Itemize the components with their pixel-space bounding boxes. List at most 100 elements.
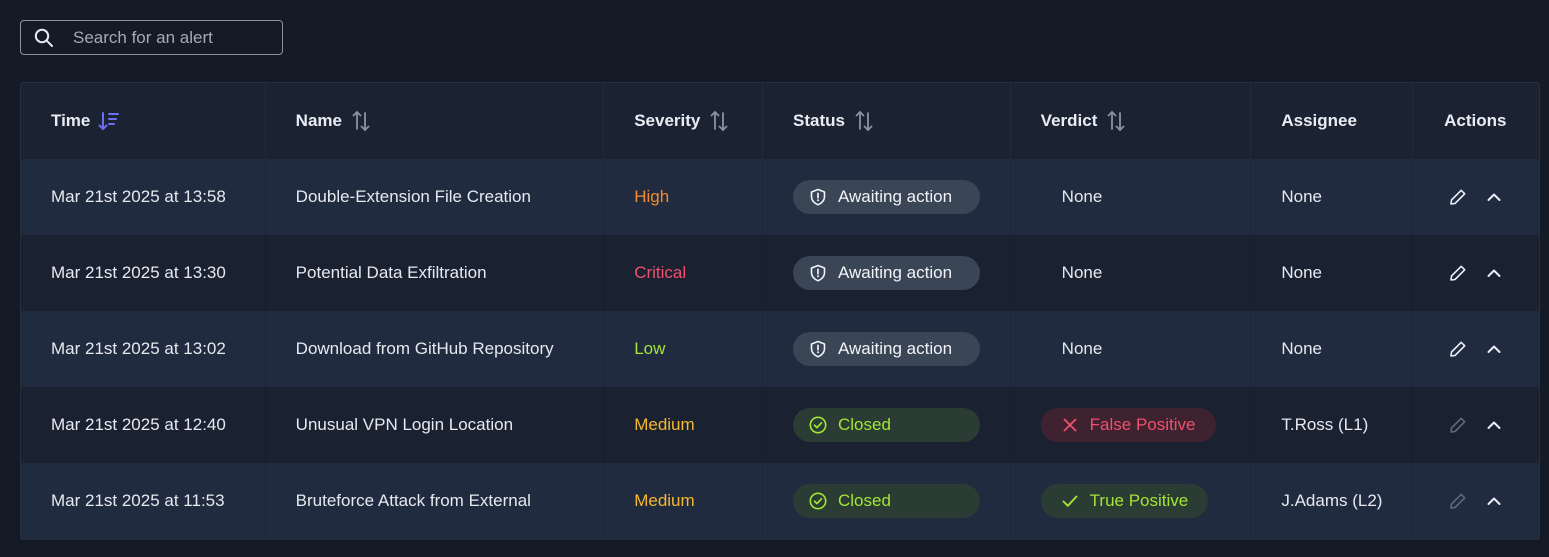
status-badge: Awaiting action [793,180,980,214]
search-box[interactable] [20,20,283,55]
verdict-cell: None [1011,159,1252,235]
name-cell: Double-Extension File Creation [266,159,605,235]
name-cell: Bruteforce Attack from External [266,463,605,539]
actions-cell [1413,235,1539,311]
sort-icon[interactable] [853,110,875,132]
time-value: Mar 21st 2025 at 13:58 [51,187,226,206]
col-time[interactable]: Time [21,83,266,159]
assignee-value: None [1281,339,1322,358]
edit-pencil-icon[interactable] [1449,492,1467,510]
status-cell: Awaiting action [763,235,1011,311]
table-row[interactable]: Mar 21st 2025 at 13:02 Download from GitH… [21,311,1539,387]
severity-value: Medium [634,415,695,434]
status-badge: Closed [793,484,980,518]
chevron-up-icon[interactable] [1485,264,1503,282]
x-icon [1061,416,1079,434]
alert-name: Potential Data Exfiltration [295,263,487,282]
alert-name: Double-Extension File Creation [295,187,531,206]
status-badge: Closed [793,408,980,442]
status-label: Closed [838,415,891,434]
col-assignee-label: Assignee [1281,111,1357,130]
col-actions-label: Actions [1444,111,1507,130]
verdict-badge: True Positive [1040,484,1209,518]
assignee-cell: None [1251,311,1414,387]
actions-cell [1413,159,1539,235]
alert-name: Download from GitHub Repository [295,339,554,358]
time-value: Mar 21st 2025 at 11:53 [51,491,225,510]
status-label: Closed [838,491,891,510]
verdict-label: None [1061,263,1103,282]
assignee-value: T.Ross (L1) [1281,415,1369,434]
col-severity-label: Severity [634,111,701,130]
sort-desc-icon[interactable] [98,110,120,132]
severity-cell: Medium [604,387,763,463]
alert-name: Bruteforce Attack from External [295,491,531,510]
status-badge: Awaiting action [793,332,980,366]
severity-cell: Medium [604,463,763,539]
table-row[interactable]: Mar 21st 2025 at 12:40 Unusual VPN Login … [21,387,1539,463]
severity-value: High [634,187,670,206]
status-badge: Awaiting action [793,256,980,290]
name-cell: Download from GitHub Repository [266,311,605,387]
verdict-cell: False Positive [1011,387,1252,463]
table-row[interactable]: Mar 21st 2025 at 13:30 Potential Data Exf… [21,235,1539,311]
assignee-value: None [1281,263,1322,282]
status-cell: Closed [763,463,1011,539]
time-value: Mar 21st 2025 at 13:02 [51,339,226,358]
col-verdict[interactable]: Verdict [1011,83,1252,159]
assignee-cell: T.Ross (L1) [1251,387,1414,463]
col-actions: Actions [1413,83,1539,159]
table-header: Time Name Severity Status Verdict Assign… [21,83,1539,159]
table-row[interactable]: Mar 21st 2025 at 13:58 Double-Extension F… [21,159,1539,235]
actions-cell [1413,311,1539,387]
search-icon [34,28,54,48]
col-assignee: Assignee [1251,83,1414,159]
table-row[interactable]: Mar 21st 2025 at 11:53 Bruteforce Attack … [21,463,1539,539]
col-name-label: Name [295,111,342,130]
chevron-up-icon[interactable] [1485,188,1503,206]
verdict-badge: False Positive [1040,408,1216,442]
verdict-cell: None [1011,311,1252,387]
col-verdict-label: Verdict [1040,111,1098,130]
edit-pencil-icon[interactable] [1449,264,1467,282]
chevron-up-icon[interactable] [1485,416,1503,434]
severity-value: Medium [634,491,695,510]
name-cell: Unusual VPN Login Location [266,387,605,463]
edit-pencil-icon[interactable] [1449,340,1467,358]
actions-cell [1413,463,1539,539]
time-value: Mar 21st 2025 at 13:30 [51,263,226,282]
verdict-label: False Positive [1089,415,1196,434]
severity-cell: Critical [604,235,763,311]
chevron-up-icon[interactable] [1485,492,1503,510]
check-circle-icon [809,416,827,434]
actions-cell [1413,387,1539,463]
name-cell: Potential Data Exfiltration [266,235,605,311]
edit-pencil-icon[interactable] [1449,416,1467,434]
assignee-cell: None [1251,159,1414,235]
sort-icon[interactable] [1105,110,1127,132]
severity-value: Low [634,339,666,358]
edit-pencil-icon[interactable] [1449,188,1467,206]
verdict-label: None [1061,187,1103,206]
status-cell: Closed [763,387,1011,463]
col-severity[interactable]: Severity [604,83,763,159]
col-status[interactable]: Status [763,83,1011,159]
time-cell: Mar 21st 2025 at 13:30 [21,235,266,311]
status-label: Awaiting action [838,187,953,206]
verdict-cell: True Positive [1011,463,1252,539]
verdict-label: None [1061,339,1103,358]
assignee-value: None [1281,187,1322,206]
sort-icon[interactable] [708,110,730,132]
status-label: Awaiting action [838,339,953,358]
search-input[interactable] [71,26,265,49]
chevron-up-icon[interactable] [1485,340,1503,358]
shield-alert-icon [809,264,827,282]
time-cell: Mar 21st 2025 at 13:58 [21,159,266,235]
severity-value: Critical [634,263,687,282]
time-cell: Mar 21st 2025 at 13:02 [21,311,266,387]
sort-icon[interactable] [350,110,372,132]
assignee-cell: None [1251,235,1414,311]
time-cell: Mar 21st 2025 at 11:53 [21,463,266,539]
col-name[interactable]: Name [266,83,605,159]
time-cell: Mar 21st 2025 at 12:40 [21,387,266,463]
